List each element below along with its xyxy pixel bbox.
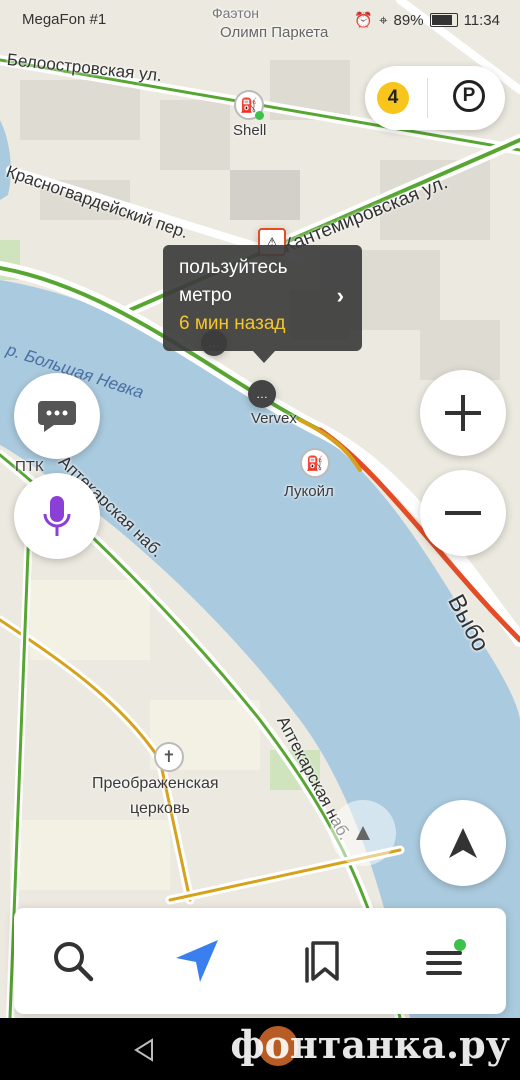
status-right: ⏰ ⌖ 89% 11:34	[354, 11, 500, 30]
routes-button[interactable]	[172, 936, 222, 986]
compass-button[interactable]	[330, 800, 396, 866]
parking-button[interactable]: P	[453, 80, 485, 112]
menu-button[interactable]	[420, 936, 470, 986]
zoom-out-button[interactable]	[420, 470, 506, 556]
poi-label-church-2: церковь	[130, 800, 190, 817]
map-layers-pill: 4 P	[365, 66, 505, 130]
gas-station-icon[interactable]: ⛽	[234, 90, 264, 120]
zoom-in-button[interactable]	[420, 370, 506, 456]
poi-label-shell: Shell	[233, 122, 267, 139]
minus-icon	[445, 511, 481, 515]
map-label-olimp: Олимп Паркета	[220, 24, 329, 41]
chat-bubble-icon	[38, 401, 76, 432]
back-icon[interactable]	[132, 1038, 156, 1062]
traffic-level-button[interactable]: 4	[377, 82, 409, 114]
status-dot-icon	[255, 111, 264, 120]
alarm-icon: ⏰	[354, 12, 374, 29]
battery-percent: 89%	[393, 11, 424, 29]
navigation-arrow-icon	[449, 828, 477, 858]
my-location-button[interactable]	[420, 800, 506, 886]
voice-assistant-button[interactable]	[14, 473, 100, 559]
plus-icon	[445, 395, 481, 431]
microphone-icon	[43, 496, 71, 536]
divider	[427, 78, 428, 118]
popup-line-1: пользуйтесь	[179, 257, 288, 278]
poi-label-church-1: Преображенская	[92, 775, 219, 792]
watermark-text: фонтанка.ру	[230, 1022, 510, 1067]
bookmarks-icon	[305, 941, 339, 983]
road-events-button[interactable]	[14, 373, 100, 459]
search-button[interactable]	[48, 936, 98, 986]
chevron-right-icon[interactable]: ›	[337, 283, 344, 309]
road-event-popup[interactable]: пользуйтесь метро 6 мин назад ›	[163, 245, 362, 363]
bookmarks-button[interactable]	[296, 936, 346, 986]
popup-line-2: метро	[179, 285, 232, 306]
search-icon	[54, 942, 94, 982]
location-icon: ⌖	[379, 11, 388, 29]
clock: 11:34	[463, 11, 500, 29]
compass-icon	[356, 826, 370, 840]
notification-dot-icon	[454, 939, 466, 951]
poi-label-lukoil: Лукойл	[284, 483, 334, 500]
popup-time: 6 мин назад	[179, 313, 286, 334]
gas-station-icon[interactable]: ⛽	[300, 448, 330, 478]
bottom-navigation	[14, 908, 506, 1014]
menu-icon	[426, 939, 466, 975]
route-arrow-icon	[176, 940, 218, 982]
poi-label-vervex: Vervex	[251, 410, 297, 427]
church-icon[interactable]: ✝	[154, 742, 184, 772]
map-label-faeton: Фаэтон	[212, 5, 260, 21]
carrier-label: MegaFon #1	[22, 11, 107, 28]
poi-label-ptk: ПТК	[15, 458, 44, 475]
road-event-chat-icon[interactable]: …	[248, 380, 276, 408]
battery-icon	[429, 13, 458, 27]
